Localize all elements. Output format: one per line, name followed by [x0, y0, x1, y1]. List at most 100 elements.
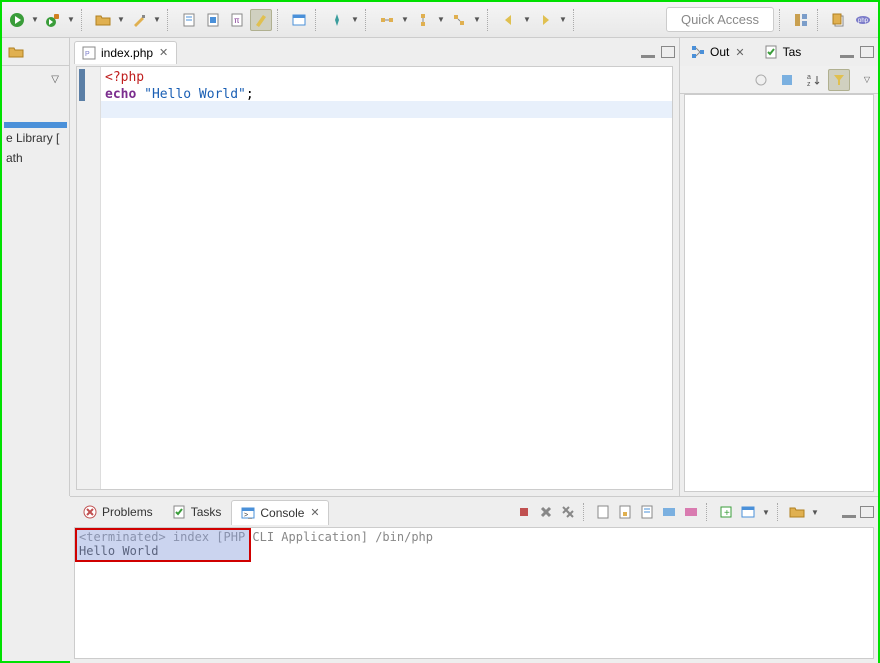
terminate-button[interactable] [515, 503, 533, 521]
remove-launch-button[interactable] [537, 503, 555, 521]
outline-tabbar: Out ✕ Tas [680, 38, 878, 66]
struct-1-dropdown[interactable]: ▼ [400, 15, 410, 24]
outline-tab[interactable]: Out ✕ [684, 41, 753, 63]
outline-icon [690, 44, 706, 60]
toolbar-separator [706, 503, 711, 521]
pin-dropdown[interactable]: ▼ [350, 15, 360, 24]
outline-toolbar: az ▽ [680, 66, 878, 94]
perspective-button-1[interactable] [790, 9, 812, 31]
open-folder-dropdown[interactable]: ▼ [116, 15, 126, 24]
forward-dropdown[interactable]: ▼ [558, 15, 568, 24]
clear-console-button[interactable] [594, 503, 612, 521]
outline-view-menu[interactable]: ▽ [862, 75, 872, 84]
code-token: "Hello World" [144, 87, 246, 102]
file-icon-2[interactable] [202, 9, 224, 31]
outline-tool-2[interactable] [776, 69, 798, 91]
code-editor[interactable]: <?php echo "Hello World"; [76, 66, 673, 490]
close-tab-icon[interactable]: ✕ [735, 46, 744, 59]
minimize-view-button[interactable] [842, 506, 856, 518]
run-external-button[interactable] [42, 9, 64, 31]
toolbar-separator [81, 9, 87, 31]
folder-icon [8, 44, 24, 60]
file-icon-3[interactable]: π [226, 9, 248, 31]
code-token: echo [105, 87, 136, 102]
filter-button[interactable] [828, 69, 850, 91]
struct-2-button[interactable] [412, 9, 434, 31]
editor-tab-index-php[interactable]: P index.php ✕ [74, 41, 177, 64]
pin-console-button[interactable] [682, 503, 700, 521]
current-line-highlight [101, 101, 672, 118]
gutter-marker [79, 69, 85, 101]
display-console-dropdown[interactable]: ▼ [761, 508, 771, 517]
outline-tool-1[interactable] [750, 69, 772, 91]
new-console-button[interactable] [788, 503, 806, 521]
svg-text:P: P [85, 51, 90, 58]
main-toolbar: ▼ ▼ ▼ ▼ π ▼ ▼ ▼ ▼ ▼ ▼ Quick Access php [2, 2, 878, 38]
minimize-view-button[interactable] [840, 46, 854, 58]
window-button[interactable] [288, 9, 310, 31]
scroll-lock-button[interactable] [616, 503, 634, 521]
svg-text:a: a [807, 74, 811, 81]
bottom-panel: Problems Tasks >_ Console ✕ + ▼ [70, 496, 878, 663]
problems-icon [82, 504, 98, 520]
back-dropdown[interactable]: ▼ [522, 15, 532, 24]
php-file-icon: P [81, 45, 97, 61]
console-tab[interactable]: >_ Console ✕ [231, 500, 328, 525]
word-wrap-button[interactable] [638, 503, 656, 521]
code-token [136, 87, 144, 102]
maximize-view-button[interactable] [860, 46, 874, 58]
close-tab-icon[interactable]: ✕ [159, 46, 168, 59]
outline-body[interactable] [684, 94, 874, 492]
tasks-tab[interactable]: Tas [757, 41, 810, 63]
brush-button[interactable] [128, 9, 150, 31]
run-external-dropdown[interactable]: ▼ [66, 15, 76, 24]
toolbar-separator [573, 9, 579, 31]
remove-all-button[interactable] [559, 503, 577, 521]
editor-gutter [77, 67, 101, 489]
open-folder-button[interactable] [92, 9, 114, 31]
tree-item[interactable]: ath [4, 148, 67, 168]
brush-dropdown[interactable]: ▼ [152, 15, 162, 24]
toolbar-separator [277, 9, 283, 31]
file-icon-1[interactable] [178, 9, 200, 31]
struct-1-button[interactable] [376, 9, 398, 31]
console-body[interactable]: <terminated> index [PHP CLI Application]… [74, 527, 874, 659]
explorer-view-menu[interactable]: ▽ [51, 74, 59, 85]
project-explorer: ▽ e Library [ ath [2, 38, 70, 496]
tasks-tab-bottom[interactable]: Tasks [163, 500, 230, 524]
maximize-view-button[interactable] [860, 506, 874, 518]
minimize-view-button[interactable] [641, 46, 655, 58]
pin-button[interactable] [326, 9, 348, 31]
console-icon: >_ [240, 505, 256, 521]
struct-3-button[interactable] [448, 9, 470, 31]
back-button[interactable] [498, 9, 520, 31]
main-area: ▽ e Library [ ath P index.php ✕ <?php [2, 38, 878, 496]
tasks-icon [763, 44, 779, 60]
quick-access-field[interactable]: Quick Access [666, 7, 774, 32]
tree-item[interactable]: e Library [ [4, 128, 67, 148]
display-console-button[interactable] [739, 503, 757, 521]
sort-az-button[interactable]: az [802, 69, 824, 91]
close-tab-icon[interactable]: ✕ [310, 506, 319, 519]
new-console-dropdown[interactable]: ▼ [810, 508, 820, 517]
php-perspective-button[interactable]: php [852, 9, 874, 31]
tasks-tab-label: Tasks [191, 505, 222, 519]
maximize-view-button[interactable] [661, 46, 675, 58]
toolbar-separator [365, 9, 371, 31]
struct-2-dropdown[interactable]: ▼ [436, 15, 446, 24]
copy-button[interactable] [828, 9, 850, 31]
run-button[interactable] [6, 9, 28, 31]
editor-tabbar: P index.php ✕ [70, 38, 679, 66]
run-dropdown[interactable]: ▼ [30, 15, 40, 24]
open-console-button[interactable]: + [717, 503, 735, 521]
show-console-button[interactable] [660, 503, 678, 521]
bottom-tabbar: Problems Tasks >_ Console ✕ + ▼ [70, 497, 878, 527]
struct-3-dropdown[interactable]: ▼ [472, 15, 482, 24]
forward-button[interactable] [534, 9, 556, 31]
svg-text:π: π [234, 16, 240, 25]
svg-text:>_: >_ [244, 512, 252, 519]
code-area[interactable]: <?php echo "Hello World"; [101, 67, 672, 489]
editor-tab-label: index.php [101, 46, 153, 60]
highlight-toggle[interactable] [250, 9, 272, 31]
problems-tab[interactable]: Problems [74, 500, 161, 524]
